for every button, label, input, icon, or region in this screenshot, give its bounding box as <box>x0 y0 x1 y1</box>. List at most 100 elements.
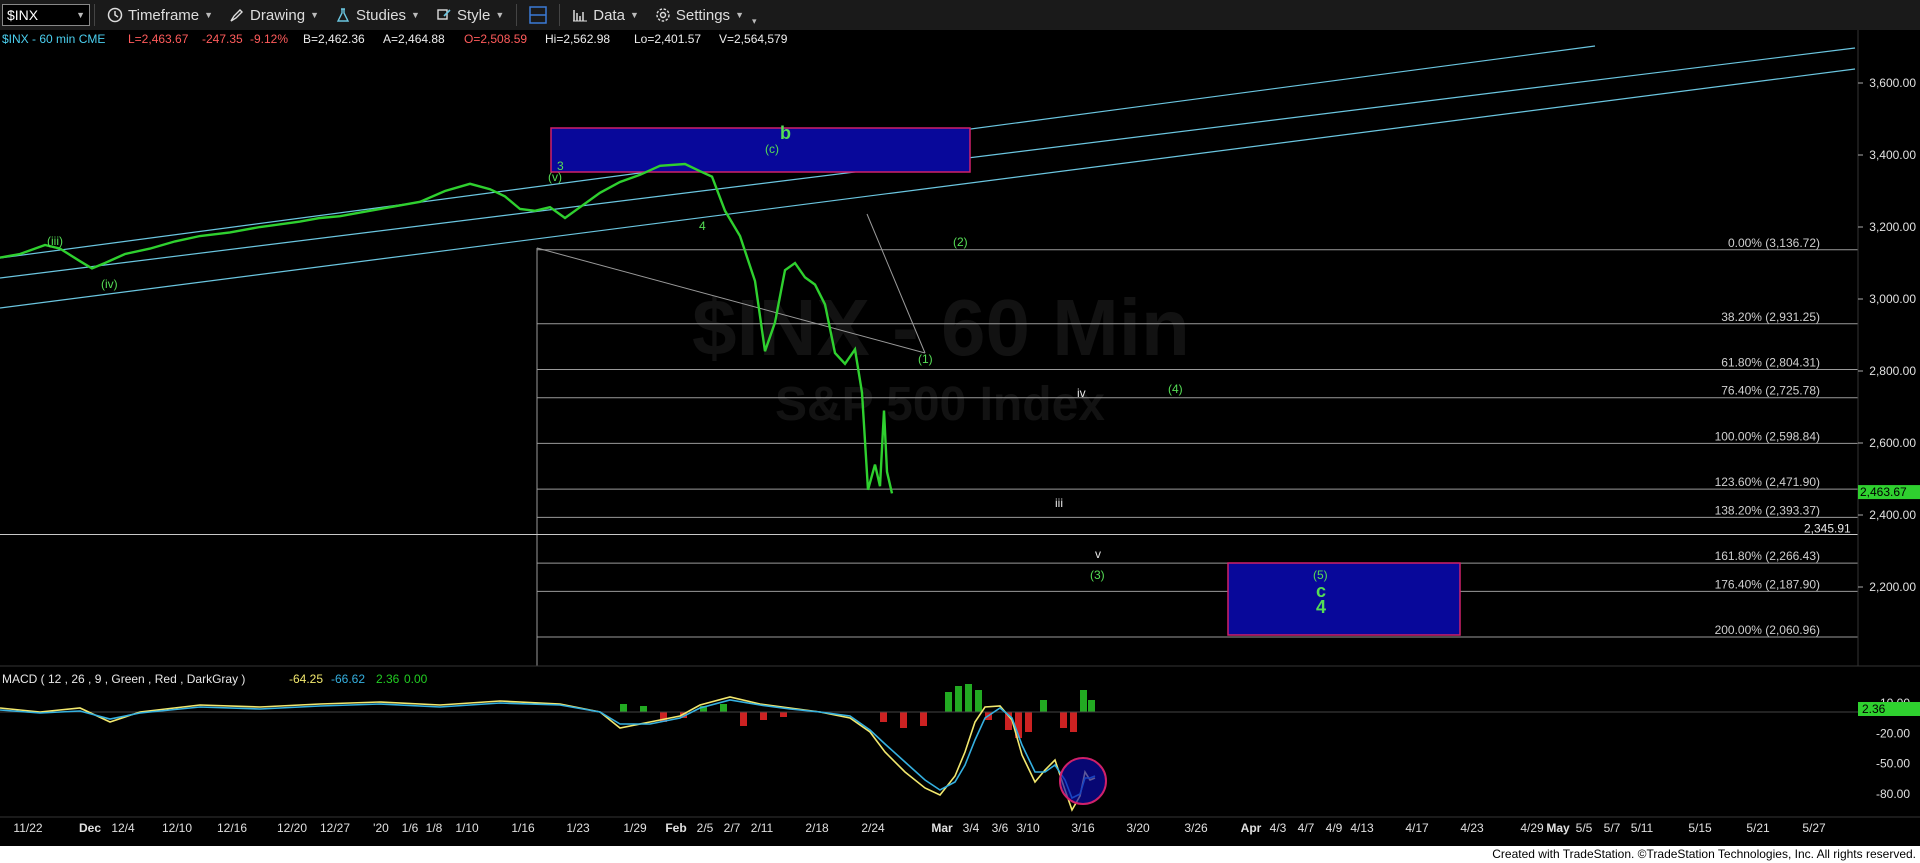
time-tick-label: 12/16 <box>217 821 247 835</box>
wave-label: (4) <box>1168 382 1183 396</box>
style-button[interactable]: Style ▼ <box>428 2 512 28</box>
header-pct: -9.12% <box>250 32 288 46</box>
time-tick-label: 4/9 <box>1326 821 1343 835</box>
fib-level-label: 0.00% (3,136.72) <box>1728 236 1820 250</box>
layout-button[interactable] <box>521 2 555 28</box>
fib-level-label: 161.80% (2,266.43) <box>1715 549 1820 563</box>
price-tick-label: 3,200.00 <box>1869 220 1916 234</box>
header-open: O=2,508.59 <box>464 32 527 46</box>
wave-label: (5) <box>1313 568 1328 582</box>
time-tick-label: 4/13 <box>1350 821 1374 835</box>
wave-label: (v) <box>548 170 562 184</box>
macd-hist-bar <box>920 712 927 726</box>
time-tick-label: 5/21 <box>1746 821 1770 835</box>
time-tick-label: Apr <box>1241 821 1262 835</box>
macd-hist-bar <box>975 690 982 712</box>
time-tick-label: Feb <box>665 821 686 835</box>
settings-button[interactable]: Settings ▼ <box>647 2 752 28</box>
macd-signal-value: -66.62 <box>331 672 365 686</box>
studies-label: Studies <box>356 6 407 24</box>
symbol-input[interactable]: $INX ▼ <box>2 4 90 26</box>
time-tick-label: 5/11 <box>1631 821 1654 835</box>
macd-hist-bar <box>620 704 627 712</box>
toolbar: $INX ▼ Timeframe ▼ Drawing ▼ Studies ▼ S… <box>0 0 1920 31</box>
time-tick-label: 2/5 <box>697 821 714 835</box>
fib-level-label: 138.20% (2,393.37) <box>1715 503 1820 517</box>
price-tick-label: 3,400.00 <box>1869 148 1916 162</box>
wave-label: (iii) <box>47 234 63 248</box>
drawing-icon <box>230 9 244 22</box>
chevron-down-icon: ▼ <box>204 10 214 20</box>
time-tick-label: 5/15 <box>1688 821 1712 835</box>
chevron-down-icon: ▼ <box>495 10 505 20</box>
time-tick-label: 3/10 <box>1016 821 1040 835</box>
time-tick-label: 1/23 <box>566 821 590 835</box>
macd-highlight-circle <box>1059 757 1107 805</box>
data-label: Data <box>593 6 625 24</box>
time-tick-label: 4/3 <box>1270 821 1287 835</box>
settings-label: Settings <box>675 6 731 24</box>
fib-level-label: 61.80% (2,804.31) <box>1721 355 1820 369</box>
toolbar-divider <box>516 4 518 26</box>
timeframe-label: Timeframe <box>128 6 200 24</box>
wave-label: iii <box>1055 496 1063 510</box>
clock-icon <box>107 7 123 23</box>
macd-label: MACD ( 12 , 26 , 9 , Green , Red , DarkG… <box>2 672 245 686</box>
header-ask: A=2,464.88 <box>383 32 445 46</box>
last-price-label: 2,463.67 <box>1860 485 1907 499</box>
macd-hist-bar <box>1080 690 1087 712</box>
time-tick-label: May <box>1546 821 1570 835</box>
time-tick-label: 12/4 <box>111 821 135 835</box>
time-tick-label: 3/4 <box>963 821 980 835</box>
time-tick-label: '20 <box>373 821 389 835</box>
drawing-button[interactable]: Drawing ▼ <box>221 2 327 28</box>
time-tick-label: 1/16 <box>511 821 535 835</box>
time-tick-label: 5/27 <box>1802 821 1826 835</box>
time-tick-label: 3/6 <box>992 821 1009 835</box>
price-chart[interactable]: $INX - 60 Min S&P 500 Index $INX - 60 mi… <box>0 30 1920 846</box>
wave-label: iv <box>1077 386 1086 400</box>
time-tick-label: 1/29 <box>623 821 647 835</box>
macd-hist-bar <box>740 712 747 726</box>
fib-level-label: 123.60% (2,471.90) <box>1715 475 1820 489</box>
time-tick-label: 4/29 <box>1520 821 1544 835</box>
time-tick-label: 4/23 <box>1460 821 1484 835</box>
wave-label: (1) <box>918 352 933 366</box>
price-tick-label: 2,800.00 <box>1869 364 1916 378</box>
macd-hist-bar <box>640 706 647 712</box>
macd-hist-bar <box>1070 712 1077 732</box>
fib-level-label: 100.00% (2,598.84) <box>1715 429 1820 443</box>
layout-icon <box>529 6 547 24</box>
chevron-down-icon: ▼ <box>310 10 319 20</box>
time-tick-label: 1/8 <box>426 821 443 835</box>
overflow-icon[interactable]: ▾ <box>752 16 757 27</box>
time-tick-label: 3/20 <box>1126 821 1150 835</box>
header-symbol: $INX - 60 min CME <box>2 32 105 46</box>
wave-label: 4 <box>699 219 706 233</box>
macd-hist-bar <box>900 712 907 728</box>
toolbar-divider <box>559 4 561 26</box>
macd-hist-bar <box>1060 712 1067 728</box>
time-tick-label: 1/10 <box>455 821 479 835</box>
timeframe-button[interactable]: Timeframe ▼ <box>99 2 221 28</box>
watermark-subtitle: S&P 500 Index <box>775 378 1105 431</box>
time-tick-label: 2/11 <box>751 821 774 835</box>
price-tick-label: 2,200.00 <box>1869 580 1916 594</box>
price-tick-label: 2,400.00 <box>1869 508 1916 522</box>
chevron-down-icon: ▼ <box>735 10 744 20</box>
header-low: Lo=2,401.57 <box>634 32 701 46</box>
flask-icon <box>336 8 350 22</box>
macd-hist-bar <box>965 684 972 712</box>
macd-hist-bar <box>760 712 767 720</box>
fib-level-label: 76.40% (2,725.78) <box>1721 384 1820 398</box>
fib-level-label: 38.20% (2,931.25) <box>1721 310 1820 324</box>
macd-hist-value: 2.36 <box>376 672 400 686</box>
watermark-title: $INX - 60 Min <box>692 283 1190 372</box>
style-label: Style <box>456 6 491 24</box>
time-tick-label: 11/22 <box>13 821 42 835</box>
time-tick-label: 12/20 <box>277 821 307 835</box>
footer: Created with TradeStation. ©TradeStation… <box>0 846 1920 863</box>
studies-button[interactable]: Studies ▼ <box>327 2 428 28</box>
wave-label: 4 <box>1316 597 1326 617</box>
data-button[interactable]: Data ▼ <box>564 2 647 28</box>
